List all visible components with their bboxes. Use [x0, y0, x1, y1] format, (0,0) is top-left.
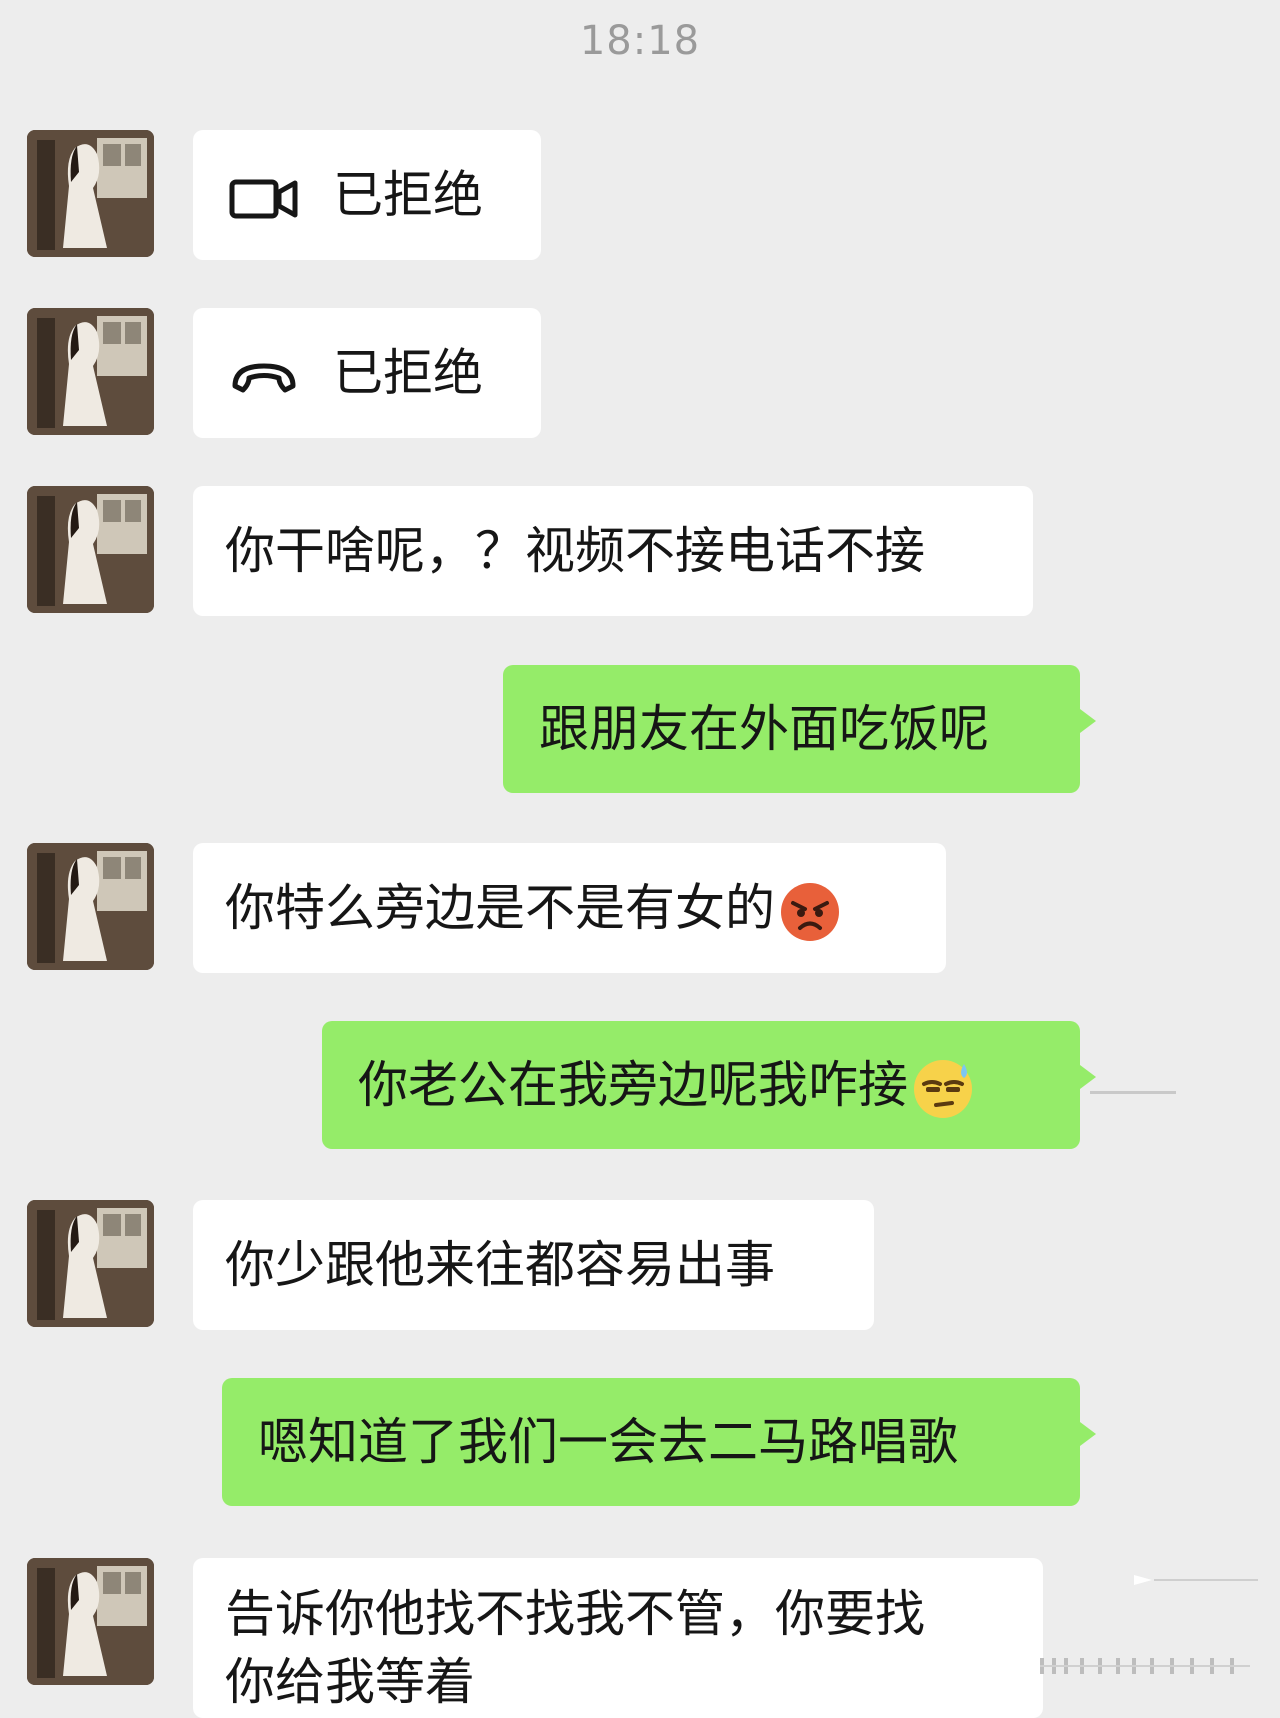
contact-avatar[interactable]: [27, 1200, 154, 1327]
call-status-text: 已拒绝: [333, 344, 483, 402]
voice-call-rejected-bubble[interactable]: 已拒绝: [193, 308, 541, 438]
contact-avatar[interactable]: [27, 843, 154, 970]
phone-handset-icon: [229, 356, 299, 398]
message-bubble[interactable]: 嗯知道了我们一会去二马路唱歌: [222, 1378, 1096, 1506]
angry-face-icon: [779, 881, 841, 943]
contact-avatar[interactable]: [27, 130, 154, 257]
message-bubble[interactable]: 跟朋友在外面吃饭呢: [503, 665, 1096, 793]
message-line: 告诉你他找不找我不管，你要找: [225, 1585, 925, 1643]
message-bubble[interactable]: 你干啥呢，？视频不接电话不接: [193, 486, 1033, 616]
video-call-rejected-bubble[interactable]: 已拒绝: [193, 130, 541, 260]
message-line: 你给我等着: [225, 1653, 475, 1711]
message-text: 你老公在我旁边呢我咋接: [358, 1056, 908, 1114]
video-camera-icon: [229, 178, 299, 220]
playback-scrubber[interactable]: [1130, 1572, 1260, 1586]
playback-progress-line: [1090, 1091, 1176, 1094]
message-bubble[interactable]: 你特么旁边是不是有女的: [193, 843, 946, 973]
contact-avatar[interactable]: [27, 1558, 154, 1685]
contact-avatar[interactable]: [27, 486, 154, 613]
media-progress-bar: [1040, 1656, 1260, 1676]
contact-avatar[interactable]: [27, 308, 154, 435]
call-status-text: 已拒绝: [333, 166, 483, 224]
chat-timestamp: 18:18: [579, 18, 701, 64]
message-text: 你特么旁边是不是有女的: [225, 879, 775, 937]
message-bubble[interactable]: 你老公在我旁边呢我咋接: [322, 1021, 1096, 1149]
message-bubble[interactable]: 你少跟他来往都容易出事: [193, 1200, 874, 1330]
sweat-face-icon: [912, 1058, 974, 1120]
message-bubble[interactable]: 告诉你他找不找我不管，你要找 你给我等着: [193, 1558, 1043, 1718]
